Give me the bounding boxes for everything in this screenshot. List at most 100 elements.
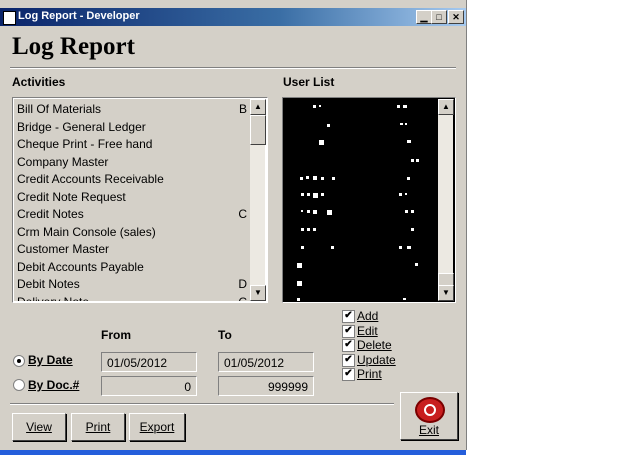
export-button[interactable]: Export: [129, 413, 185, 441]
by-date-label[interactable]: By Date: [28, 353, 73, 367]
activities-items: Bill Of Materials B Bridge - General Ledge…: [14, 99, 250, 301]
checkbox-label[interactable]: Print: [357, 367, 382, 381]
user-entry-fragment: [319, 140, 324, 145]
user-entry-fragment: [399, 246, 402, 249]
checkbox-label[interactable]: Delete: [357, 338, 392, 352]
user-entry-fragment: [399, 193, 402, 196]
scroll-down-button[interactable]: ▼: [438, 285, 454, 301]
exit-button[interactable]: Exit: [400, 392, 458, 440]
exit-lifebuoy-icon: [415, 397, 445, 423]
list-item-label: Credit Accounts Receivable: [17, 172, 164, 186]
list-item[interactable]: Credit Accounts Receivable: [17, 171, 247, 188]
by-doc-radio[interactable]: [13, 379, 25, 391]
list-item[interactable]: Customer Master: [17, 241, 247, 258]
user-entry-fragment: [301, 246, 304, 249]
list-item-key: C: [238, 207, 247, 221]
user-entry-fragment: [307, 210, 310, 213]
doc-from-field[interactable]: 0: [101, 376, 197, 396]
list-item-label: Customer Master: [17, 242, 110, 256]
activities-scrollbar[interactable]: ▲ ▼: [250, 99, 266, 301]
print-button[interactable]: Print: [71, 413, 125, 441]
close-button[interactable]: ✕: [448, 10, 464, 24]
user-entry-fragment: [411, 210, 414, 213]
maximize-button[interactable]: □: [431, 10, 447, 24]
list-item[interactable]: Cheque Print - Free hand: [17, 136, 247, 153]
list-item[interactable]: Credit Notes C: [17, 206, 247, 223]
list-item[interactable]: Company Master: [17, 154, 247, 171]
user-entry-fragment: [403, 298, 406, 300]
user-entry-fragment: [313, 193, 318, 198]
user-entry-fragment: [405, 123, 407, 125]
page-title: Log Report: [12, 33, 135, 60]
checkbox-print[interactable]: ✔: [342, 368, 355, 381]
app-icon: [3, 11, 16, 25]
from-label: From: [101, 328, 131, 342]
user-entry-fragment: [313, 176, 317, 180]
user-entry-fragment: [313, 228, 316, 231]
by-date-radio[interactable]: [13, 355, 25, 367]
checkbox-add[interactable]: ✔: [342, 310, 355, 323]
user-entry-fragment: [400, 123, 403, 125]
user-entry-fragment: [297, 281, 302, 286]
list-item[interactable]: Delivery Note C: [17, 294, 247, 302]
user-entry-fragment: [307, 193, 310, 196]
date-from-field[interactable]: 01/05/2012: [101, 352, 197, 372]
user-entry-fragment: [327, 210, 332, 215]
checkbox-label[interactable]: Update: [357, 353, 396, 367]
user-entry-fragment: [297, 263, 302, 268]
list-item[interactable]: Debit Notes D: [17, 276, 247, 293]
title-bar[interactable]: Log Report - Developer ▁ □ ✕: [0, 8, 466, 26]
user-entry-fragment: [416, 159, 419, 162]
list-item-key: B: [238, 102, 247, 116]
checkbox-update[interactable]: ✔: [342, 353, 355, 367]
doc-to-field[interactable]: 999999: [218, 376, 314, 396]
user-entry-fragment: [301, 228, 304, 231]
user-entry-fragment: [415, 263, 418, 266]
user-list-scrollbar[interactable]: ▲ ▼: [438, 99, 454, 301]
user-entry-fragment: [319, 105, 321, 107]
scroll-down-button[interactable]: ▼: [250, 285, 266, 301]
user-entry-fragment: [407, 140, 411, 143]
list-item-label: Crm Main Console (sales): [17, 224, 156, 239]
user-list[interactable]: ▲ ▼: [282, 97, 456, 303]
activities-list[interactable]: Bill Of Materials B Bridge - General Ledge…: [12, 97, 268, 303]
user-entry-fragment: [397, 105, 400, 108]
heading-divider: [10, 67, 456, 69]
date-to-field[interactable]: 01/05/2012: [218, 352, 314, 372]
checkbox-label[interactable]: Add: [357, 309, 378, 323]
list-item-key: D: [238, 277, 247, 291]
scroll-up-button[interactable]: ▲: [438, 99, 454, 115]
user-entry-fragment: [331, 246, 334, 249]
user-entry-fragment: [301, 210, 303, 212]
scroll-thumb[interactable]: [250, 115, 266, 145]
list-item-label: Cheque Print - Free hand: [17, 137, 153, 151]
taskbar: [0, 450, 466, 455]
list-item[interactable]: Bill Of Materials B: [17, 101, 247, 118]
list-item-label: Debit Notes: [17, 277, 80, 291]
checkbox-edit[interactable]: ✔: [342, 324, 355, 338]
list-item[interactable]: Credit Note Request: [17, 189, 247, 206]
user-entry-fragment: [301, 193, 304, 196]
user-entry-fragment: [407, 246, 411, 249]
by-doc-label[interactable]: By Doc.#: [28, 378, 79, 392]
list-item[interactable]: Debit Accounts Payable: [17, 259, 247, 276]
user-entry-fragment: [405, 193, 407, 195]
user-entry-fragment: [313, 105, 316, 108]
list-item[interactable]: Crm Main Console (sales): [17, 224, 247, 241]
log-report-window: Log Report - Developer ▁ □ ✕ Log Report …: [0, 0, 467, 450]
checkbox-delete[interactable]: ✔: [342, 339, 355, 352]
scroll-up-button[interactable]: ▲: [250, 99, 266, 115]
list-item[interactable]: Bridge - General Ledger: [17, 119, 247, 136]
list-item-label: Credit Notes: [17, 207, 84, 221]
to-label: To: [218, 328, 232, 342]
list-item-key: C: [238, 294, 247, 302]
user-entry-fragment: [321, 177, 324, 180]
list-item-label: Bridge - General Ledger: [17, 119, 146, 134]
checkbox-label[interactable]: Edit: [357, 324, 378, 338]
minimize-button[interactable]: ▁: [416, 10, 432, 24]
list-item-label: Credit Note Request: [17, 189, 126, 204]
view-button[interactable]: View: [12, 413, 66, 441]
window-title: Log Report - Developer: [18, 10, 140, 22]
user-entry-fragment: [313, 210, 317, 214]
user-entry-fragment: [407, 177, 410, 180]
